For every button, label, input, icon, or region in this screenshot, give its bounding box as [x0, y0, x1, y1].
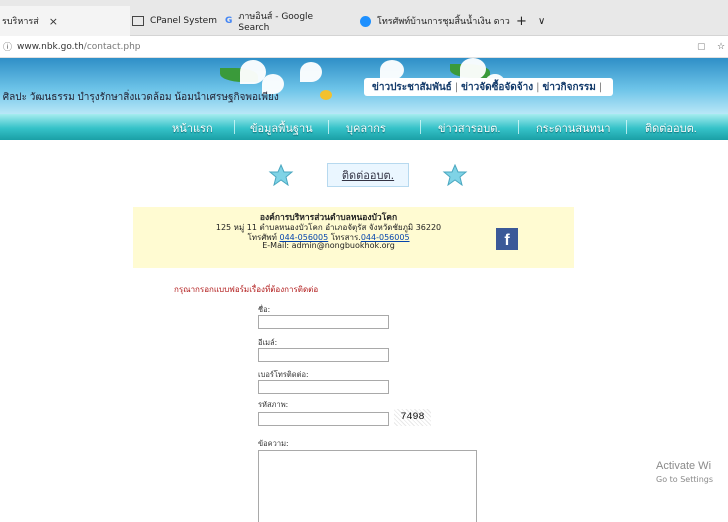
flower-decoration: [460, 58, 486, 80]
contact-info-box: องค์การบริหารส่วนตำบลหนองบัวโคก 125 หมู่…: [133, 207, 574, 268]
nav-divider: [518, 120, 519, 134]
nav-divider: [234, 120, 235, 134]
facebook-icon[interactable]: f: [496, 228, 518, 250]
cortana-icon: [360, 15, 371, 27]
nav-item-home[interactable]: หน้าแรก: [172, 119, 213, 137]
activate-subtitle: Go to Settings: [656, 475, 714, 484]
activate-title: Activate Wi: [656, 460, 712, 472]
message-field[interactable]: [258, 450, 477, 522]
banner-slogan: ิ ศิลปะ วัฒนธรรม บำรุงรักษาสิ่งแวดล้อม น…: [0, 92, 279, 103]
captcha-image: 7498: [394, 409, 431, 426]
link-procurement-news[interactable]: ข่าวจัดซื้อจัดจ้าง: [461, 80, 533, 95]
link-separator: |: [454, 81, 459, 93]
link-activity-news[interactable]: ข่าวกิจกรรม: [542, 80, 595, 95]
chevron-down-icon: ∨: [538, 15, 546, 27]
close-icon[interactable]: ×: [49, 15, 58, 28]
tab-label: ภาษอินส์ - Google Search: [238, 12, 314, 33]
info-icon[interactable]: ⓘ: [3, 40, 12, 53]
tab-label: โทรศัพท์บ้านการชุมสิ้นน้ำเงิน ดาว: [377, 17, 510, 27]
web-page: ิ ศิลปะ วัฒนธรรม บำรุงรักษาสิ่งแวดล้อม น…: [0, 58, 728, 522]
nav-item-webboard[interactable]: กระดานสนทนา: [536, 119, 611, 137]
favorite-icon[interactable]: ☆: [717, 42, 725, 52]
reader-icon[interactable]: ▢: [697, 42, 706, 52]
link-pr-news[interactable]: ข่าวประชาสัมพันธ์: [372, 80, 452, 95]
section-title: ติดต่ออบต.: [268, 162, 468, 188]
page-title: ติดต่ออบต.: [326, 163, 410, 187]
nav-divider: [420, 120, 421, 134]
tab-list-button[interactable]: ∨: [538, 6, 554, 36]
tab-label: CPanel System: [150, 16, 217, 26]
flower-decoration: [380, 60, 404, 80]
tab-label: รบริหารส่: [2, 17, 39, 27]
email-line: E-Mail: admin@nongbuokhok.org: [262, 241, 395, 250]
site-banner: ิ ศิลปะ วัฒนธรรม บำรุงรักษาสิ่งแวดล้อม น…: [0, 58, 728, 114]
main-content: ติดต่ออบต. องค์การบริหารส่วนตำบลหนองบัวโ…: [0, 140, 728, 522]
form-instruction: กรุณากรอกแบบฟอร์มเรื่องที่ต้องการติดต่อ: [174, 285, 319, 294]
nav-item-personnel[interactable]: บุคลากร: [346, 119, 386, 137]
browser-tab-bar: รบริหารส่ × CPanel System G ภาษอินส์ - G…: [0, 0, 728, 36]
windows-activation-watermark: Activate Wi Go to Settings: [656, 460, 713, 484]
main-nav: หน้าแรก ข้อมูลพื้นฐาน บุคลากร ข่าวสารอบต…: [0, 114, 728, 140]
butterfly-icon: [320, 90, 332, 100]
phone-field[interactable]: [258, 380, 389, 394]
link-separator: |: [536, 81, 540, 93]
plus-icon: +: [516, 13, 527, 29]
nav-item-contact[interactable]: ติดต่ออบต.: [645, 119, 697, 137]
nav-item-basic-info[interactable]: ข้อมูลพื้นฐาน: [250, 119, 313, 137]
message-label: ข้อความ:: [258, 439, 289, 448]
tab-cpanel[interactable]: CPanel System: [132, 6, 217, 36]
google-icon: G: [225, 16, 233, 26]
address-bar[interactable]: ⓘ www.nbk.go.th/contact.php ▢ ☆: [0, 36, 728, 58]
tab-google[interactable]: G ภาษอินส์ - Google Search: [225, 6, 345, 36]
tab-cortana[interactable]: โทรศัพท์บ้านการชุมสิ้นน้ำเงิน ดาว: [360, 6, 510, 36]
new-tab-button[interactable]: +: [516, 6, 532, 36]
nav-divider: [626, 120, 627, 134]
flower-icon: [442, 163, 468, 187]
flower-decoration: [300, 62, 322, 82]
email-field[interactable]: [258, 348, 389, 362]
captcha-field[interactable]: [258, 412, 389, 426]
captcha-label: รหัสภาพ:: [258, 400, 289, 409]
nav-item-news[interactable]: ข่าวสารอบต.: [438, 119, 500, 137]
name-field[interactable]: [258, 315, 389, 329]
flower-icon: [268, 163, 294, 187]
banner-links: ข่าวประชาสัมพันธ์ | ข่าวจัดซื้อจัดจ้าง |…: [364, 78, 614, 96]
tab-active[interactable]: รบริหารส่ ×: [0, 6, 130, 36]
link-separator: |: [598, 81, 603, 93]
nav-divider: [328, 120, 329, 134]
url-path: /contact.php: [83, 41, 141, 52]
window-icon: [132, 16, 144, 26]
url-domain: www.nbk.go.th: [17, 41, 84, 52]
